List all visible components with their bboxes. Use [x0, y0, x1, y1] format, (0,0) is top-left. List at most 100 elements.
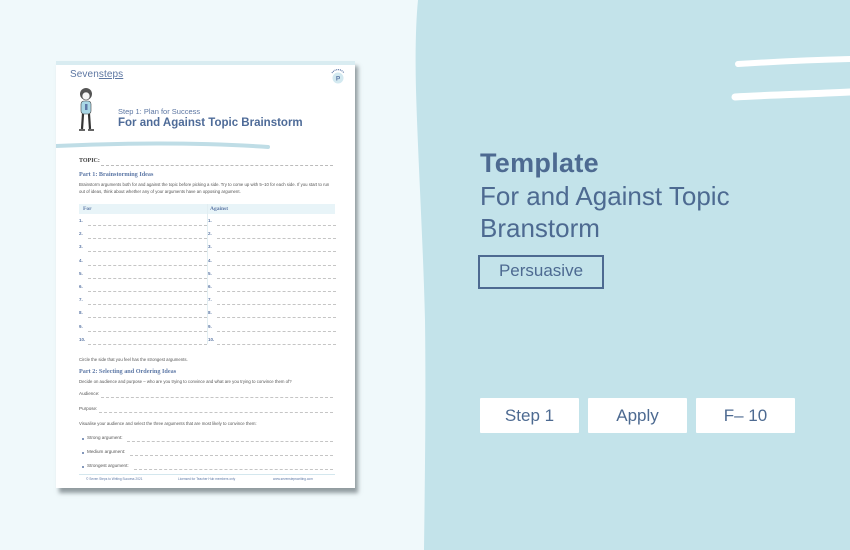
row-number: 7.	[79, 297, 83, 303]
part2-instructions: Decide on audience and purpose – who are…	[79, 379, 292, 384]
row-input-line	[217, 343, 336, 345]
purpose-label: Purpose:	[79, 406, 98, 411]
row-input-line	[217, 291, 336, 292]
row-number: 6.	[208, 284, 212, 289]
row-number: 4.	[79, 257, 83, 263]
against-row[interactable]: 1.	[208, 217, 336, 229]
medium-argument-line	[130, 455, 333, 456]
row-input-line	[217, 330, 336, 332]
decorative-strokes	[731, 56, 850, 101]
against-row[interactable]: 7.	[208, 296, 336, 308]
for-row[interactable]: 8.	[79, 309, 207, 321]
footer-copyright: © Seven Steps to Writing Success 2021	[86, 477, 143, 481]
part1-instructions: Brainstorm arguments both for and agains…	[79, 182, 330, 194]
chip-year-range[interactable]: F– 10	[696, 398, 795, 433]
row-input-line	[88, 264, 207, 266]
for-row[interactable]: 2.	[79, 230, 207, 242]
row-number: 6.	[79, 284, 83, 289]
column-against: Against	[210, 206, 229, 212]
topic-input-line	[101, 165, 333, 166]
topic-label: TOPIC:	[79, 158, 100, 164]
row-input-line	[88, 291, 207, 292]
genre-tag-persuasive[interactable]: Persuasive	[478, 255, 604, 289]
visualise-instructions: Visualise your audience and select the t…	[79, 421, 257, 426]
document-kicker: Step 1: Plan for Success	[118, 107, 201, 116]
footer-rule	[79, 474, 335, 475]
against-row[interactable]: 3.	[208, 243, 336, 255]
row-number: 8.	[208, 310, 212, 316]
for-row[interactable]: 9.	[79, 323, 207, 335]
row-number: 10.	[79, 336, 86, 342]
part1-heading: Part 1: Brainstorming Ideas	[79, 171, 154, 178]
against-row[interactable]: 8.	[208, 309, 336, 321]
circle-note: Circle the side that you feel has the st…	[79, 357, 188, 362]
row-input-line	[88, 343, 207, 345]
row-number: 7.	[208, 297, 212, 303]
for-row[interactable]: 7.	[79, 296, 207, 308]
row-number: 5.	[79, 270, 83, 276]
column-for: For	[83, 206, 92, 212]
strongest-argument-label: Strongest argument:	[87, 463, 129, 468]
row-number: 4.	[208, 257, 212, 263]
row-number: 2.	[79, 231, 83, 237]
row-number: 5.	[208, 270, 212, 276]
mascot-illustration-icon	[79, 88, 94, 131]
for-row[interactable]: 10.	[79, 336, 207, 348]
row-input-line	[88, 317, 207, 319]
bullet	[82, 466, 84, 468]
for-row[interactable]: 3.	[79, 243, 207, 255]
resource-name: For and Against Topic Branstorm	[480, 181, 730, 243]
row-input-line	[217, 264, 336, 266]
strong-argument-label: Strong argument:	[87, 435, 123, 440]
row-input-line	[88, 225, 207, 226]
row-number: 8.	[79, 310, 83, 316]
audience-line	[101, 397, 333, 398]
row-input-line	[217, 225, 336, 226]
row-number: 1.	[208, 218, 212, 223]
row-input-line	[217, 277, 336, 279]
against-row[interactable]: 10.	[208, 336, 336, 348]
chip-step-1[interactable]: Step 1	[480, 398, 579, 433]
document-title: For and Against Topic Brainstorm	[118, 117, 303, 129]
for-row[interactable]: 5.	[79, 270, 207, 282]
strongest-argument-line	[134, 469, 333, 470]
for-row[interactable]: 4.	[79, 257, 207, 269]
against-row[interactable]: 9.	[208, 323, 336, 335]
row-number: 3.	[79, 244, 83, 250]
footer-website[interactable]: www.sevenstepswriting.com	[273, 477, 313, 481]
row-number: 2.	[208, 231, 212, 237]
brand-prefix: Seven	[70, 69, 99, 80]
bullet	[82, 452, 84, 454]
row-input-line	[88, 238, 207, 240]
resource-type-heading: Template	[480, 148, 599, 178]
for-row[interactable]: 6.	[79, 283, 207, 295]
document-preview[interactable]: Sevensteps P Step 1: Plan for Success Fo…	[56, 61, 355, 488]
strong-argument-line	[127, 441, 333, 442]
part2-heading: Part 2: Selecting and Ordering Ideas	[79, 368, 177, 375]
row-input-line	[88, 330, 207, 332]
row-input-line	[217, 304, 336, 306]
svg-text:P: P	[336, 76, 341, 83]
purpose-line	[99, 412, 333, 413]
row-number: 9.	[208, 323, 212, 329]
audience-label: Audience:	[79, 391, 100, 396]
row-input-line	[217, 317, 336, 319]
row-number: 1.	[79, 218, 83, 223]
medium-argument-label: Medium argument:	[87, 449, 126, 454]
against-row[interactable]: 4.	[208, 257, 336, 269]
bullet	[82, 438, 84, 440]
for-row[interactable]: 1.	[79, 217, 207, 229]
row-number: 10.	[208, 336, 215, 342]
row-number: 3.	[208, 244, 212, 250]
footer-license: Licensed for Teacher Hub members only	[178, 477, 236, 481]
against-row[interactable]: 2.	[208, 230, 336, 242]
against-row[interactable]: 5.	[208, 270, 336, 282]
persuasive-badge-icon: P	[331, 69, 345, 84]
row-number: 9.	[79, 323, 83, 329]
against-row[interactable]: 6.	[208, 283, 336, 295]
chip-apply[interactable]: Apply	[588, 398, 687, 433]
row-input-line	[217, 238, 336, 240]
brand-suffix: steps	[98, 69, 124, 80]
row-input-line	[88, 277, 207, 279]
row-input-line	[217, 251, 336, 253]
